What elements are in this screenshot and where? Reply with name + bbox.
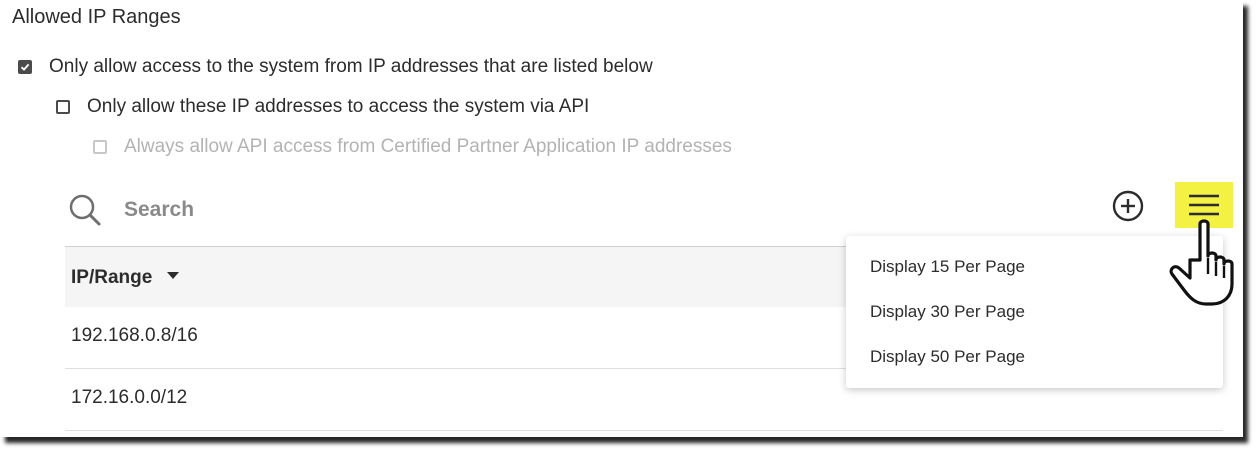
sort-descending-icon[interactable]: [167, 272, 179, 280]
allowed-ip-ranges-panel: Allowed IP Ranges Only allow access to t…: [0, 0, 1243, 437]
only-listed-ip-checkbox[interactable]: [18, 60, 32, 74]
hand-pointer-cursor-icon: [1169, 219, 1234, 306]
certified-partner-label: Always allow API access from Certified P…: [124, 136, 732, 157]
api-only-checkbox[interactable]: [56, 100, 70, 114]
hamburger-menu-icon: [1189, 194, 1219, 216]
display-15-per-page-item[interactable]: Display 15 Per Page: [846, 244, 1223, 289]
api-only-label: Only allow these IP addresses to access …: [87, 96, 590, 117]
display-30-per-page-item[interactable]: Display 30 Per Page: [846, 289, 1223, 334]
page-size-dropdown: Display 15 Per Page Display 30 Per Page …: [846, 236, 1223, 388]
api-only-checkbox-row[interactable]: Only allow these IP addresses to access …: [56, 96, 589, 118]
search-input[interactable]: [112, 194, 556, 226]
plus-circle-icon[interactable]: [1111, 189, 1145, 223]
ip-range-cell: 172.16.0.0/12: [71, 387, 188, 408]
certified-partner-checkbox-row: Always allow API access from Certified P…: [93, 136, 732, 158]
display-50-per-page-item[interactable]: Display 50 Per Page: [846, 334, 1223, 379]
only-listed-ip-label: Only allow access to the system from IP …: [49, 56, 653, 77]
search-icon: [69, 194, 101, 226]
checkmark-icon: [20, 63, 30, 71]
only-listed-ip-checkbox-row[interactable]: Only allow access to the system from IP …: [18, 56, 653, 78]
column-header-ip-range[interactable]: IP/Range: [71, 267, 152, 289]
ip-range-cell: 192.168.0.8/16: [71, 325, 198, 346]
certified-partner-checkbox: [93, 140, 107, 154]
section-title: Allowed IP Ranges: [12, 6, 181, 28]
